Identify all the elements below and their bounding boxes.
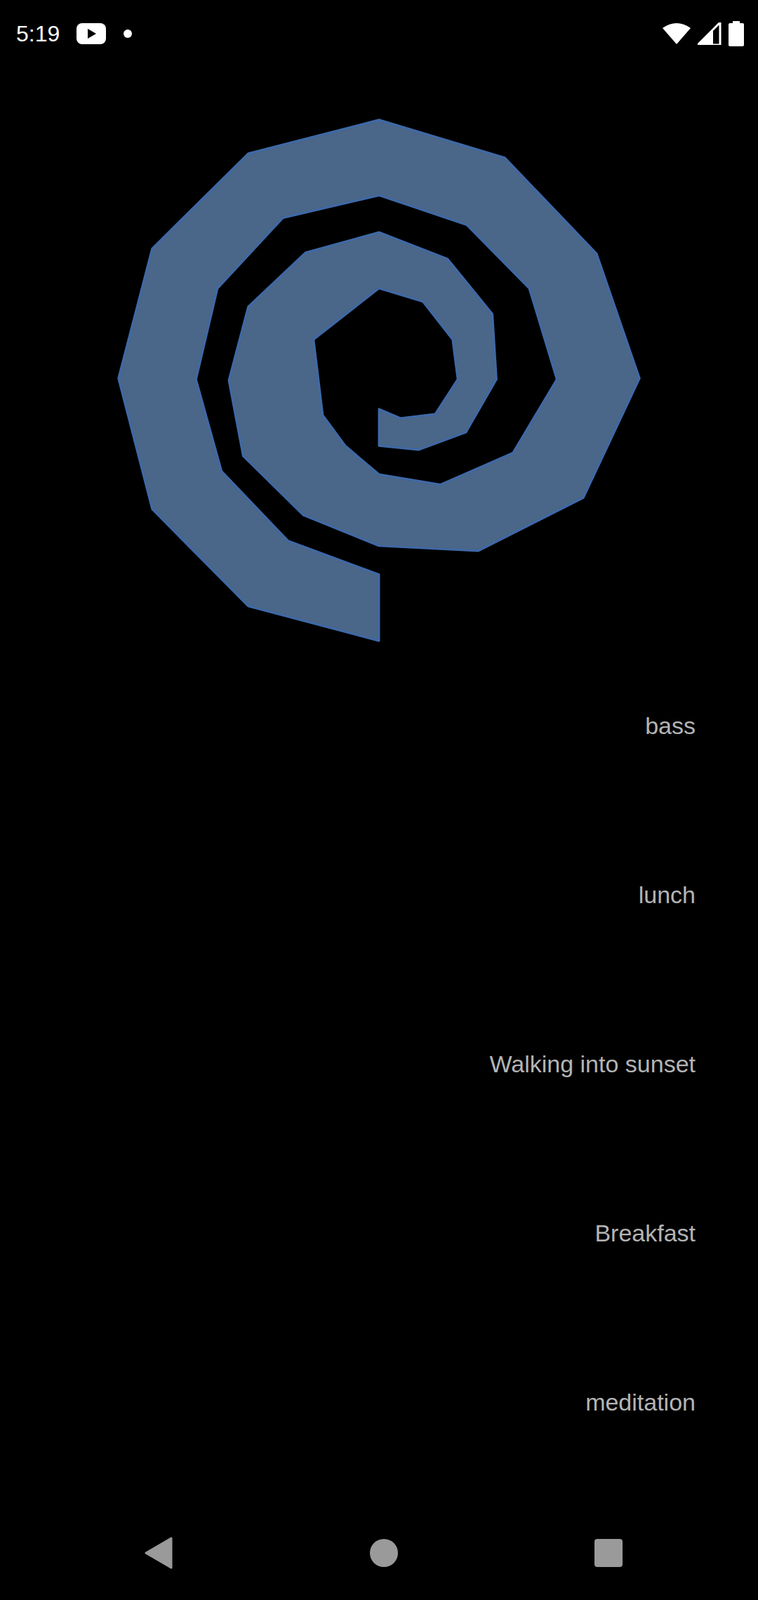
navigation-bar	[0, 1487, 758, 1600]
list-item[interactable]: bass	[0, 641, 758, 811]
back-button[interactable]	[142, 1537, 175, 1570]
status-time: 5:19	[16, 21, 60, 48]
list-item[interactable]: meditation	[0, 1318, 758, 1488]
signal-icon	[697, 22, 722, 45]
wifi-icon	[662, 22, 691, 45]
list-item-label: lunch	[638, 881, 696, 909]
home-button[interactable]	[367, 1537, 401, 1570]
list-item-label: Walking into sunset	[489, 1050, 696, 1079]
list-item[interactable]: lunch	[0, 810, 758, 980]
list-item-label: Breakfast	[594, 1219, 696, 1248]
screen: 5:19 bass lunch Walking into sunset Breakfas…	[0, 0, 758, 1600]
item-list: bass lunch Walking into sunset Breakfast med…	[0, 641, 758, 1488]
spiral-logo-icon	[112, 113, 646, 648]
recents-icon	[593, 1538, 624, 1568]
logo-area	[0, 67, 758, 642]
list-item[interactable]: Walking into sunset	[0, 979, 758, 1149]
battery-icon	[728, 21, 744, 47]
recents-button[interactable]	[592, 1537, 625, 1570]
back-icon	[144, 1537, 173, 1570]
notification-dot-icon	[122, 28, 133, 39]
home-icon	[368, 1537, 400, 1569]
list-item-label: meditation	[585, 1388, 696, 1417]
youtube-icon	[76, 23, 106, 45]
status-bar: 5:19	[0, 0, 758, 68]
list-item-label: bass	[645, 712, 696, 740]
list-item[interactable]: Breakfast	[0, 1148, 758, 1319]
